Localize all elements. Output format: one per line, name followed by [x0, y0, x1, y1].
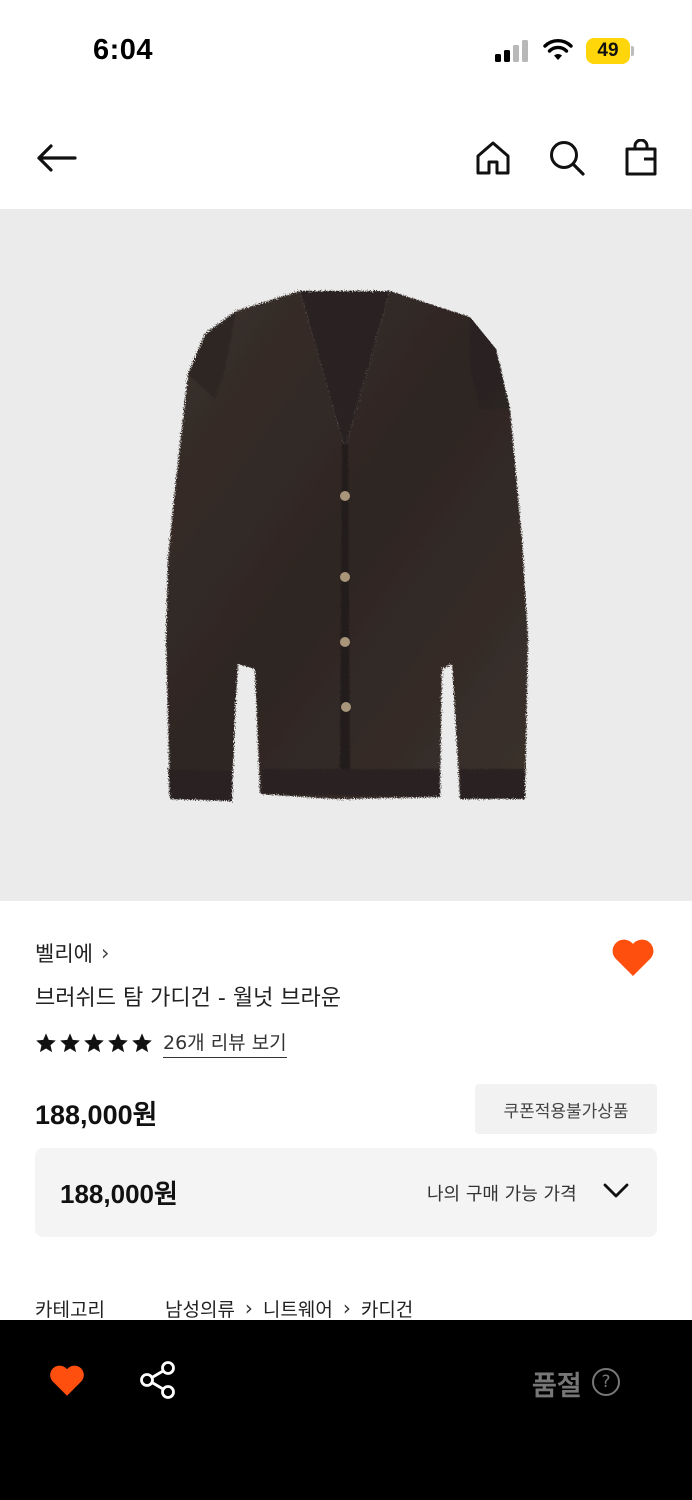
- chevron-right-icon: ›: [342, 1296, 351, 1320]
- chevron-down-icon: [603, 1183, 629, 1198]
- search-icon: [550, 141, 585, 176]
- brand-link[interactable]: 벨리에 ›: [35, 938, 109, 968]
- share-icon: [140, 1361, 175, 1399]
- brand-name: 벨리에: [35, 942, 93, 966]
- back-button[interactable]: [34, 136, 78, 180]
- help-icon[interactable]: ?: [592, 1368, 620, 1396]
- status-bar: 6:04 49: [0, 0, 692, 100]
- category-breadcrumb: 카테고리 남성의류 › 니트웨어 › 카디건: [35, 1294, 413, 1322]
- chevron-right-icon: ›: [100, 941, 110, 965]
- product-image[interactable]: [0, 209, 692, 901]
- cart-button[interactable]: [619, 136, 663, 180]
- wishlist-button-bottom[interactable]: [48, 1362, 86, 1398]
- my-price-value: 188,000원: [60, 1179, 178, 1209]
- star-icon: [84, 1033, 104, 1053]
- chevron-right-icon: ›: [244, 1296, 253, 1320]
- wishlist-button[interactable]: [610, 936, 656, 978]
- review-link[interactable]: 26개 리뷰 보기: [163, 1028, 287, 1058]
- home-icon: [476, 141, 510, 175]
- bottom-action-bar: 품절 ?: [0, 1320, 692, 1500]
- breadcrumb-item[interactable]: 니트웨어: [263, 1295, 333, 1322]
- my-price-dropdown[interactable]: 188,000원 나의 구매 가능 가격: [35, 1148, 657, 1237]
- star-icon: [60, 1033, 80, 1053]
- battery-icon: 49: [586, 38, 634, 64]
- cellular-signal-icon: [495, 40, 528, 62]
- coupon-badge: 쿠폰적용불가상품: [475, 1084, 657, 1134]
- shopping-bag-icon: [625, 139, 657, 176]
- star-icon: [36, 1033, 56, 1053]
- star-icon: [108, 1033, 128, 1053]
- top-navigation: [0, 118, 692, 198]
- rating-stars: [35, 1032, 153, 1054]
- product-name: 브러쉬드 탐 가디건 - 월넛 브라운: [35, 986, 342, 1011]
- battery-level: 49: [597, 40, 619, 61]
- rating-row: 26개 리뷰 보기: [35, 1028, 287, 1058]
- wifi-icon: [543, 39, 573, 60]
- star-icon: [132, 1033, 152, 1053]
- category-label: 카테고리: [35, 1298, 105, 1321]
- home-button[interactable]: [471, 136, 515, 180]
- share-button[interactable]: [138, 1360, 178, 1400]
- product-price: 188,000원: [35, 1100, 158, 1130]
- search-button[interactable]: [545, 136, 589, 180]
- status-time: 6:04: [93, 34, 154, 66]
- breadcrumb-item[interactable]: 남성의류: [165, 1295, 235, 1322]
- battery-tip: [631, 46, 634, 56]
- my-price-label: 나의 구매 가능 가격: [427, 1184, 577, 1205]
- cardigan-image: [166, 291, 528, 801]
- arrow-left-icon: [37, 144, 77, 172]
- heart-icon: [612, 939, 654, 976]
- sold-out-label: 품절: [532, 1371, 582, 1402]
- breadcrumb-item[interactable]: 카디건: [361, 1295, 413, 1322]
- heart-icon: [50, 1365, 84, 1396]
